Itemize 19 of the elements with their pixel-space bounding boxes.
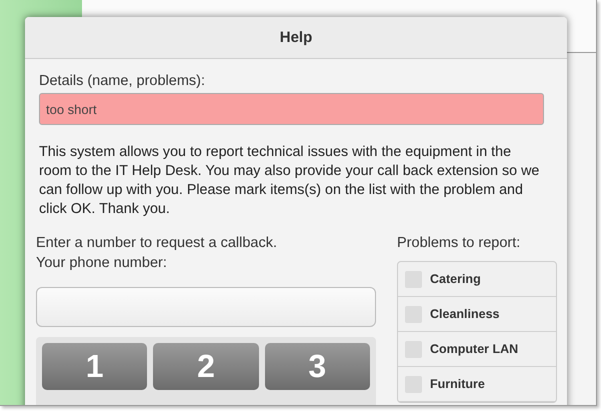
phone-label: Your phone number:	[36, 254, 168, 273]
problem-label: Computer LAN	[430, 342, 518, 356]
keypad-key[interactable]: 2	[153, 343, 259, 390]
problems-heading: Problems to report:	[397, 234, 522, 253]
description-text: This system allows you to report technical issues with the equipment in the room to the IT Help Desk. You may also provide your call back extension so we can follow up with you. Please mark items(s) on the list with the problem and click OK. Thank you.	[39, 143, 540, 219]
phone-field[interactable]	[36, 287, 376, 327]
problem-label: Cleanliness	[430, 307, 500, 321]
details-label: Details (name, problems):	[39, 73, 206, 89]
problem-item[interactable]: Computer LAN	[398, 332, 556, 367]
keypad-key[interactable]: 1	[42, 343, 148, 390]
problem-label: Furniture	[430, 377, 485, 391]
dialog-title: Help	[280, 29, 312, 46]
problem-label: Catering	[430, 272, 481, 286]
problem-item[interactable]: Catering	[398, 262, 556, 297]
problem-item[interactable]: Furniture	[398, 367, 556, 402]
details-field[interactable]: too short	[39, 93, 544, 125]
callback-prompt: Enter a number to request a callback.	[36, 234, 278, 253]
problem-item[interactable]: Cleanliness	[398, 297, 556, 332]
keypad-key[interactable]: 3	[264, 343, 370, 390]
